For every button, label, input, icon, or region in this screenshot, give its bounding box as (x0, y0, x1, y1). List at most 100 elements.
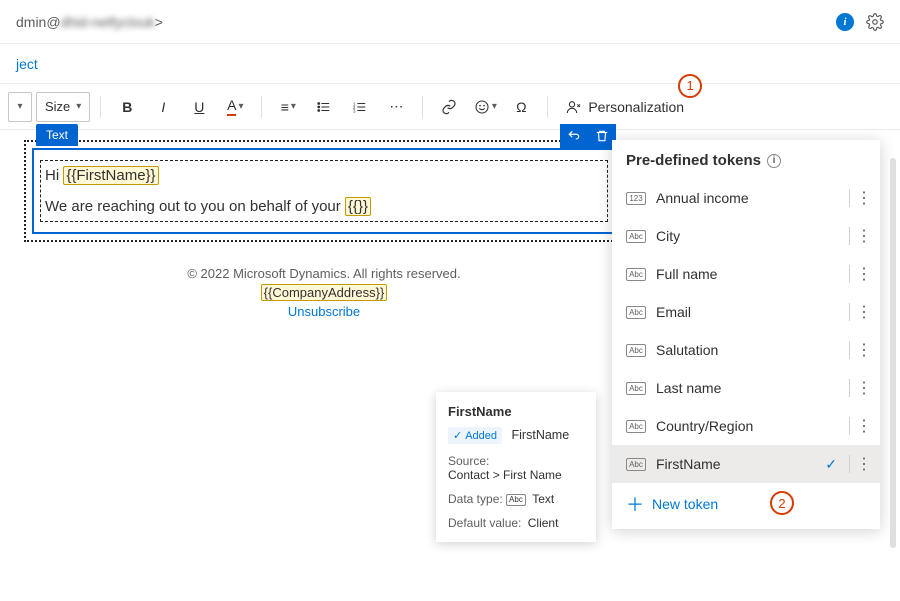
scrollbar-track[interactable] (890, 158, 896, 548)
token-row[interactable]: Abc FirstName✓ ⋮ (612, 445, 880, 483)
svg-text:3: 3 (353, 108, 356, 113)
unsubscribe-link[interactable]: Unsubscribe (24, 304, 624, 319)
token-row[interactable]: AbcSalutation⋮ (612, 331, 880, 369)
font-family-dropdown[interactable]: ▾ (8, 92, 32, 122)
from-suffix: > (155, 14, 163, 30)
default-value: Client (528, 516, 559, 530)
font-color-button[interactable]: A ▾ (219, 92, 251, 122)
token-empty[interactable]: {{}} (345, 197, 371, 216)
link-button[interactable] (433, 92, 465, 122)
toolbar-divider (422, 96, 423, 118)
row-divider (849, 303, 850, 321)
font-size-dropdown[interactable]: Size▾ (36, 92, 90, 122)
detail-datatype-row: Data type: Abc Text (448, 492, 584, 506)
token-label: City (656, 228, 843, 244)
more-formatting-button[interactable]: ⋯ (380, 92, 412, 122)
row-divider (849, 265, 850, 283)
more-icon[interactable]: ⋮ (856, 188, 872, 208)
check-icon: ✓ (825, 456, 837, 473)
tokens-panel-title: Pre-defined tokens (626, 152, 761, 169)
block-toolbar (560, 124, 616, 148)
align-button[interactable]: ≡ ▾ (272, 92, 304, 122)
token-label: Full name (656, 266, 843, 282)
person-icon (566, 99, 582, 115)
detail-source-row: Source: Contact > First Name (448, 454, 584, 482)
row-divider (849, 417, 850, 435)
more-icon[interactable]: ⋮ (856, 454, 872, 474)
source-value: Contact > First Name (448, 468, 584, 482)
subject-link[interactable]: ject (16, 56, 38, 72)
type-badge-icon: 123 (626, 192, 646, 205)
more-icon[interactable]: ⋮ (856, 264, 872, 284)
token-row[interactable]: AbcLast name⋮ (612, 369, 880, 407)
toolbar-divider (261, 96, 262, 118)
source-label: Source: (448, 454, 584, 468)
datatype-value: Text (532, 492, 554, 506)
token-company-address[interactable]: {{CompanyAddress}} (261, 284, 388, 301)
new-token-label: New token (652, 496, 718, 512)
more-icon[interactable]: ⋮ (856, 226, 872, 246)
email-footer: © 2022 Microsoft Dynamics. All rights re… (24, 266, 624, 319)
token-detail-card: FirstName ✓ Added FirstName Source: Cont… (436, 392, 596, 542)
chevron-down-icon: ▾ (291, 101, 296, 112)
row-divider (849, 341, 850, 359)
token-label: Annual income (656, 190, 843, 206)
bullet-list-button[interactable] (308, 92, 340, 122)
annotation-1: 1 (678, 74, 702, 98)
default-label: Default value: (448, 516, 521, 530)
block-type-tag: Text (36, 124, 78, 146)
tokens-panel: Pre-defined tokens i 123Annual income⋮Ab… (612, 140, 880, 529)
help-icon[interactable]: i (767, 154, 781, 168)
info-icon[interactable]: i (836, 13, 854, 31)
more-icon[interactable]: ⋮ (856, 302, 872, 322)
token-firstname[interactable]: {{FirstName}} (63, 166, 158, 185)
move-handle[interactable] (560, 124, 588, 148)
symbol-button[interactable]: Ω (505, 92, 537, 122)
token-label: Email (656, 304, 843, 320)
italic-button[interactable]: I (147, 92, 179, 122)
body-line-1: Hi {{FirstName}} (45, 167, 603, 184)
chevron-down-icon: ▾ (238, 101, 243, 112)
row-divider (849, 189, 850, 207)
token-label: FirstName (656, 456, 825, 472)
type-badge-icon: Abc (626, 230, 646, 243)
gear-icon[interactable] (866, 13, 884, 31)
text-cell[interactable]: Hi {{FirstName}} We are reaching out to … (32, 148, 616, 234)
personalization-button[interactable]: Personalization 1 (558, 92, 692, 122)
editable-text-area[interactable]: Hi {{FirstName}} We are reaching out to … (40, 160, 608, 222)
more-icon[interactable]: ⋮ (856, 340, 872, 360)
numbered-list-button[interactable]: 123 (344, 92, 376, 122)
bold-button[interactable]: B (111, 92, 143, 122)
datatype-label: Data type: (448, 492, 503, 506)
type-badge-icon: Abc (626, 382, 646, 395)
emoji-button[interactable]: ▾ (469, 92, 501, 122)
added-badge: ✓ Added (448, 427, 502, 444)
token-row[interactable]: 123 Annual income ⋮ (612, 179, 880, 217)
type-badge-icon: Abc (626, 458, 646, 471)
toolbar-divider (100, 96, 101, 118)
added-value: FirstName (512, 428, 570, 442)
font-size-label: Size (45, 99, 70, 114)
plus-icon: ＋ (626, 491, 644, 517)
more-icon[interactable]: ⋮ (856, 416, 872, 436)
chevron-down-icon: ▾ (17, 101, 22, 112)
token-row[interactable]: Abc City ⋮ (612, 217, 880, 255)
new-token-button[interactable]: ＋ New token 2 (612, 483, 880, 525)
token-row[interactable]: AbcEmail⋮ (612, 293, 880, 331)
underline-button[interactable]: U (183, 92, 215, 122)
token-row[interactable]: AbcCountry/Region⋮ (612, 407, 880, 445)
detail-title: FirstName (448, 404, 584, 419)
token-row[interactable]: AbcFull name⋮ (612, 255, 880, 293)
row-divider (849, 379, 850, 397)
tokens-panel-header: Pre-defined tokens i (612, 140, 880, 179)
more-icon[interactable]: ⋮ (856, 378, 872, 398)
toolbar-divider (547, 96, 548, 118)
copyright-text: © 2022 Microsoft Dynamics. All rights re… (24, 266, 624, 281)
selected-text-block: Text Hi {{FirstName}} We are reaching ou… (32, 148, 616, 234)
body-line-2: We are reaching out to you on behalf of … (45, 198, 603, 215)
row-divider (849, 227, 850, 245)
layout-cell-outer: Text Hi {{FirstName}} We are reaching ou… (24, 140, 624, 242)
abc-type-badge: Abc (506, 494, 526, 506)
text-span: We are reaching out to you on behalf of … (45, 198, 345, 215)
detail-added-row: ✓ Added FirstName (448, 427, 584, 444)
